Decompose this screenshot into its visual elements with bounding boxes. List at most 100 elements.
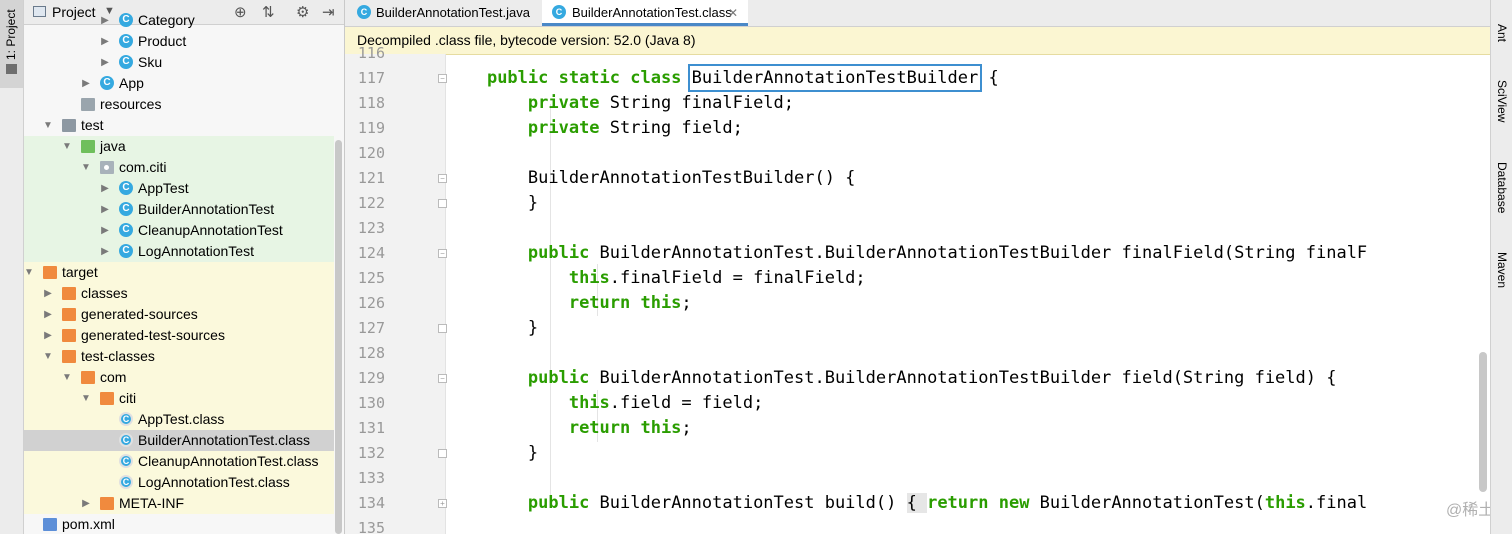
tree-node-label: Category: [138, 12, 195, 28]
excluded-folder-icon: [62, 350, 76, 363]
code-line[interactable]: private String finalField;: [446, 91, 794, 116]
tree-node[interactable]: ▼ com.citi: [24, 157, 334, 178]
project-tool-tab[interactable]: 1: Project: [0, 0, 23, 88]
chevron-right-icon[interactable]: ▶: [100, 241, 110, 262]
chevron-down-icon[interactable]: ▼: [81, 157, 91, 178]
tree-node[interactable]: ▼ citi: [24, 388, 334, 409]
code-line[interactable]: public static class BuilderAnnotationTes…: [446, 64, 999, 92]
line-number: 126: [357, 294, 385, 312]
watermark: @稀土掘金技术社区: [1446, 502, 1490, 519]
tree-node[interactable]: C CleanupAnnotationTest.class: [24, 451, 334, 472]
chevron-right-icon[interactable]: ▶: [100, 10, 110, 31]
tree-node[interactable]: ▶ C App: [24, 73, 334, 94]
chevron-down-icon[interactable]: ▼: [43, 115, 53, 136]
keyword-token: return this: [568, 293, 682, 313]
line-number: 120: [357, 144, 385, 162]
code-line[interactable]: this.field = field;: [446, 391, 763, 416]
chevron-right-icon[interactable]: ▶: [81, 73, 91, 94]
tool-tab-maven[interactable]: Maven: [1491, 234, 1512, 294]
line-number: 118: [357, 94, 385, 112]
excluded-folder-icon: [100, 392, 114, 405]
editor-scrollbar[interactable]: [1479, 352, 1487, 492]
chevron-down-icon[interactable]: ▼: [62, 136, 72, 157]
tab-builder-annotation-test-class[interactable]: C BuilderAnnotationTest.class ✕: [542, 0, 748, 26]
tree-node-label: resources: [100, 96, 162, 112]
chevron-right-icon[interactable]: ▶: [100, 52, 110, 73]
tree-node[interactable]: ▶ C AppTest: [24, 178, 334, 199]
class-file-icon: C: [119, 412, 133, 426]
chevron-right-icon[interactable]: ▶: [43, 304, 53, 325]
tree-node[interactable]: ▶ C CleanupAnnotationTest: [24, 220, 334, 241]
tree-node[interactable]: pom.xml: [24, 514, 334, 534]
chevron-down-icon[interactable]: ▼: [81, 388, 91, 409]
chevron-right-icon[interactable]: ▶: [100, 31, 110, 52]
tree-node[interactable]: ▼ test: [24, 115, 334, 136]
code-line[interactable]: this.finalField = finalField;: [446, 266, 866, 291]
tree-node[interactable]: ▶ generated-sources: [24, 304, 334, 325]
code-token: String field;: [609, 118, 743, 138]
chevron-right-icon[interactable]: ▶: [100, 220, 110, 241]
code-token: BuilderAnnotationTest(: [1039, 493, 1265, 513]
tree-node[interactable]: C BuilderAnnotationTest.class: [24, 430, 334, 451]
chevron-down-icon[interactable]: ▼: [24, 262, 34, 283]
chevron-down-icon[interactable]: ▼: [62, 367, 72, 388]
code-line[interactable]: private String field;: [446, 116, 743, 141]
tool-tab-label: Ant: [1495, 24, 1509, 43]
folded-brace: {: [906, 493, 928, 513]
tree-node-label: LogAnnotationTest.class: [138, 474, 290, 490]
code-line[interactable]: }: [446, 441, 538, 466]
tree-node-label: CleanupAnnotationTest: [138, 222, 283, 238]
code-line[interactable]: return this;: [446, 416, 692, 441]
tab-builder-annotation-test-java[interactable]: C BuilderAnnotationTest.java: [345, 0, 541, 26]
code-line[interactable]: public BuilderAnnotationTest build() { r…: [446, 491, 1367, 516]
tree-node[interactable]: ▶ C BuilderAnnotationTest: [24, 199, 334, 220]
tree-node[interactable]: ▼ test-classes: [24, 346, 334, 367]
tree-node[interactable]: ▼ target: [24, 262, 334, 283]
tree-node[interactable]: ▶ generated-test-sources: [24, 325, 334, 346]
code-line[interactable]: }: [446, 191, 538, 216]
tool-tab-sciview[interactable]: SciView: [1491, 64, 1512, 128]
tab-label: BuilderAnnotationTest.class: [572, 5, 732, 20]
tree-node[interactable]: ▼ java: [24, 136, 334, 157]
tool-tab-ant[interactable]: Ant: [1491, 6, 1512, 46]
chevron-right-icon[interactable]: ▶: [81, 493, 91, 514]
tree-node[interactable]: C AppTest.class: [24, 409, 334, 430]
chevron-right-icon[interactable]: ▶: [43, 325, 53, 346]
line-number: 128: [357, 344, 385, 362]
code-line[interactable]: }: [446, 316, 538, 341]
close-icon[interactable]: ✕: [728, 0, 738, 26]
tool-tab-label: Maven: [1495, 252, 1509, 289]
code-line[interactable]: return this;: [446, 291, 692, 316]
project-scrollbar[interactable]: [335, 140, 342, 534]
chevron-down-icon[interactable]: ▼: [43, 346, 53, 367]
code-token: ;: [681, 418, 692, 438]
tool-tab-database[interactable]: Database: [1491, 144, 1512, 218]
code-line[interactable]: public BuilderAnnotationTest.BuilderAnno…: [446, 241, 1367, 266]
keyword-token: public: [527, 493, 600, 513]
tree-node[interactable]: ▶ C Sku: [24, 52, 334, 73]
tree-node[interactable]: ▶ C LogAnnotationTest: [24, 241, 334, 262]
tree-node-label: App: [119, 75, 144, 91]
code-line[interactable]: BuilderAnnotationTestBuilder() {: [446, 166, 856, 191]
tree-node[interactable]: ▶ C Category: [24, 10, 334, 31]
tree-node[interactable]: ▶ C Product: [24, 31, 334, 52]
tree-node[interactable]: ▼ com: [24, 367, 334, 388]
keyword-token: this: [568, 393, 610, 413]
code-line[interactable]: public BuilderAnnotationTest.BuilderAnno…: [446, 366, 1337, 391]
excluded-folder-icon: [100, 497, 114, 510]
line-number: 130: [357, 394, 385, 412]
tree-node[interactable]: ▶ META-INF: [24, 493, 334, 514]
tree-node-label: LogAnnotationTest: [138, 243, 254, 259]
tree-node[interactable]: ▶ classes: [24, 283, 334, 304]
chevron-right-icon[interactable]: ▶: [100, 199, 110, 220]
chevron-right-icon[interactable]: ▶: [43, 283, 53, 304]
tree-node[interactable]: resources: [24, 94, 334, 115]
chevron-right-icon[interactable]: ▶: [100, 178, 110, 199]
tree-node-label: AppTest.class: [138, 411, 225, 427]
tree-node[interactable]: C LogAnnotationTest.class: [24, 472, 334, 493]
code-view[interactable]: @稀土掘金技术社区 public static class BuilderAnn…: [446, 54, 1490, 534]
